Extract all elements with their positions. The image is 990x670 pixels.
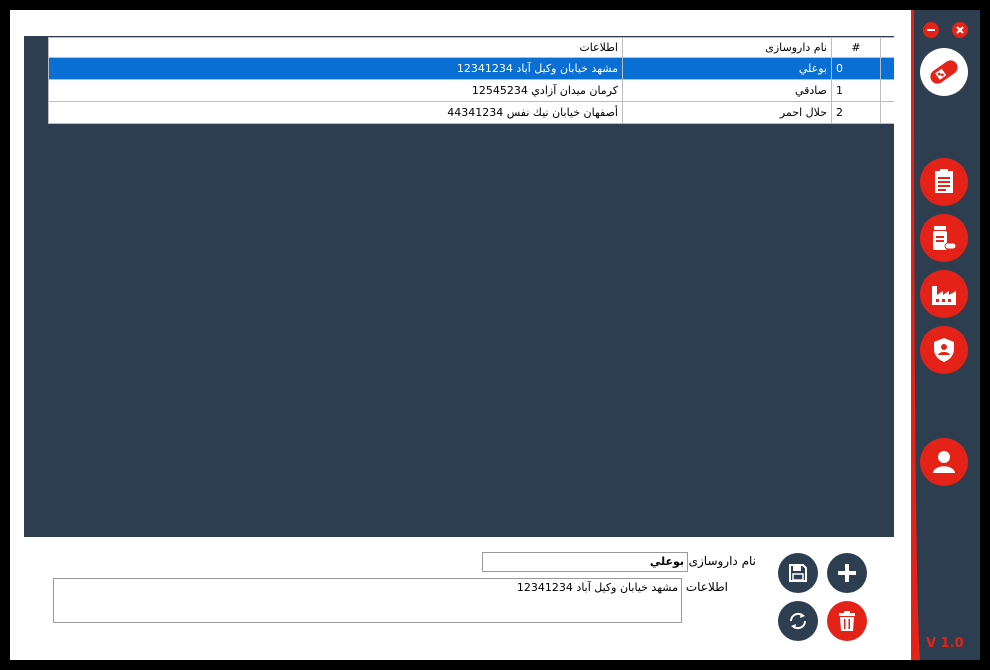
cell-num[interactable]: 0: [831, 57, 881, 80]
cell-info[interactable]: أصفهان خيابان نيك نفس 44341234: [48, 101, 623, 124]
version-label: V 1.0: [926, 636, 964, 651]
table-row[interactable]: مشهد خيابان وكيل آباد 12341234 بوعلي 0: [48, 57, 930, 80]
save-icon: [789, 564, 807, 582]
table-header: اطلاعات نام داروسازی #: [48, 37, 930, 58]
cell-name[interactable]: بوعلي: [622, 57, 832, 80]
sidebar-item-user[interactable]: [920, 438, 968, 486]
column-header-name[interactable]: نام داروسازی: [622, 37, 832, 58]
refresh-button[interactable]: [778, 601, 818, 641]
info-textarea[interactable]: مشهد خيابان وكيل آباد 12341234: [53, 578, 682, 623]
minimize-button[interactable]: [923, 22, 939, 38]
cell-info[interactable]: كرمان ميدان آزادي 12545234: [48, 79, 623, 102]
close-button[interactable]: [952, 22, 968, 38]
table-row[interactable]: أصفهان خيابان نيك نفس 44341234 حلال احمر…: [48, 101, 930, 124]
sidebar-item-factories[interactable]: [920, 270, 968, 318]
document-icon: [935, 169, 953, 193]
app-window: اطلاعات نام داروسازی # مشهد خيابان وكيل …: [10, 10, 980, 660]
shield-user-icon: [934, 338, 954, 362]
sidebar-item-security[interactable]: [920, 326, 968, 374]
sidebar-item-medicines[interactable]: [920, 214, 968, 262]
cell-info[interactable]: مشهد خيابان وكيل آباد 12341234: [48, 57, 623, 80]
pharmacy-name-label: نام داروسازی: [688, 554, 756, 568]
delete-button[interactable]: [827, 601, 867, 641]
sidebar-item-documents[interactable]: [920, 158, 968, 206]
cell-name[interactable]: حلال احمر: [622, 101, 832, 124]
column-header-num[interactable]: #: [831, 37, 881, 58]
trash-icon: [839, 611, 855, 631]
pharmacy-name-input[interactable]: بوعلي: [482, 552, 688, 572]
medicine-icon: [933, 226, 957, 250]
cell-num[interactable]: 2: [831, 101, 881, 124]
refresh-icon: [789, 612, 807, 630]
plus-icon: [838, 564, 856, 582]
table-row[interactable]: كرمان ميدان آزادي 12545234 صادقي 1: [48, 79, 930, 102]
add-button[interactable]: [827, 553, 867, 593]
sidebar: V 1.0: [894, 10, 980, 660]
cell-name[interactable]: صادقي: [622, 79, 832, 102]
sidebar-accent-stripe: [894, 10, 920, 660]
user-icon: [933, 451, 955, 473]
pill-icon: [930, 60, 958, 84]
app-logo: [920, 48, 968, 96]
column-header-info[interactable]: اطلاعات: [48, 37, 623, 58]
minimize-icon: [927, 29, 935, 31]
info-label: اطلاعات: [685, 580, 728, 594]
cell-num[interactable]: 1: [831, 79, 881, 102]
save-button[interactable]: [778, 553, 818, 593]
data-grid-panel: اطلاعات نام داروسازی # مشهد خيابان وكيل …: [24, 36, 930, 537]
factory-icon: [932, 286, 956, 305]
close-icon: [956, 26, 964, 34]
pharmacy-table[interactable]: اطلاعات نام داروسازی # مشهد خيابان وكيل …: [48, 37, 930, 124]
